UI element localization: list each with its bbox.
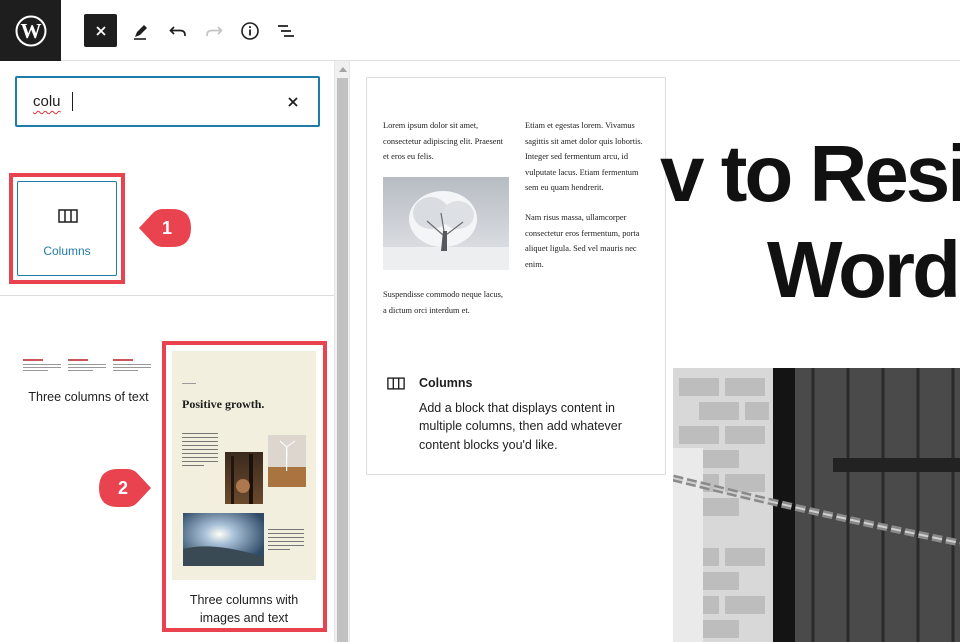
sunlight-image: [183, 513, 264, 566]
preview-col1-paragraph: Suspendisse commodo neque lacus, a dictu…: [383, 290, 504, 315]
search-value: colu: [33, 93, 61, 110]
wordpress-icon: W: [15, 15, 46, 46]
redo-icon: [205, 25, 223, 36]
svg-text:W: W: [20, 19, 41, 43]
pattern-eyebrow: [182, 383, 196, 384]
redo-button[interactable]: [197, 14, 230, 47]
pattern-label: Three columns with images and text: [189, 593, 299, 625]
editor-toolbar: W: [0, 0, 960, 61]
callout-badge-1: 1: [139, 209, 191, 247]
list-view-button[interactable]: [269, 14, 302, 47]
mini-column: [68, 359, 108, 373]
frosted-tree-image: [383, 177, 509, 270]
featured-image[interactable]: [673, 368, 960, 642]
pattern-label: Three columns of text: [28, 390, 149, 404]
editor-app: W colu Columns 1 Three columns of text 2…: [0, 0, 960, 642]
wind-turbine-image: [268, 435, 306, 487]
scroll-up-arrow-icon[interactable]: [339, 67, 347, 72]
info-icon: [240, 21, 259, 40]
block-search-input[interactable]: colu: [15, 76, 320, 127]
clear-search-button[interactable]: [282, 91, 304, 113]
mini-column: [113, 359, 153, 373]
close-icon: [288, 97, 298, 107]
pencil-icon: [133, 24, 147, 40]
block-item-label: Columns: [43, 244, 91, 258]
pattern-text-block: [268, 529, 304, 553]
preview-col2-paragraph: Etiam et egestas lorem. Vivamus sagittis…: [525, 121, 643, 192]
undo-button[interactable]: [161, 14, 194, 47]
pattern-text-block: [182, 433, 218, 469]
forest-image: [225, 452, 263, 504]
undo-icon: [168, 25, 186, 36]
pattern-three-columns-of-text[interactable]: Three columns of text: [16, 349, 161, 409]
pattern-three-columns-with-images-and-text[interactable]: Positive growth.: [172, 351, 316, 580]
block-item-columns[interactable]: Columns: [17, 181, 117, 276]
mini-column: [23, 359, 63, 373]
tools-button[interactable]: [124, 14, 157, 47]
callout-badge-2: 2: [99, 469, 151, 507]
post-title-line-2[interactable]: Word: [767, 224, 960, 316]
section-divider: [0, 295, 334, 296]
preview-col1-paragraph: Lorem ipsum dolor sit amet, consectetur …: [383, 121, 504, 161]
columns-icon: [58, 209, 78, 223]
close-inserter-button[interactable]: [84, 14, 117, 47]
columns-icon: [387, 377, 405, 390]
pattern-preview-title: Positive growth.: [182, 397, 265, 411]
post-title-line-1[interactable]: v to Resi: [660, 128, 960, 220]
close-icon: [95, 25, 106, 36]
callout-number: 2: [117, 478, 128, 498]
block-description-title: Columns: [419, 376, 473, 390]
scrollbar-thumb[interactable]: [337, 78, 348, 642]
panel-scrollbar[interactable]: [334, 61, 350, 642]
details-button[interactable]: [233, 14, 266, 47]
text-caret: [72, 92, 73, 111]
wordpress-logo[interactable]: W: [0, 0, 61, 61]
list-view-icon: [277, 24, 294, 37]
callout-number: 1: [161, 218, 172, 238]
preview-col2-paragraph: Nam risus massa, ullamcorper consectetur…: [525, 213, 640, 269]
block-inserter-panel: colu Columns 1 Three columns of text 2 P…: [0, 61, 334, 642]
block-description-text: Add a block that displays content in mul…: [419, 401, 622, 452]
block-preview-card: Lorem ipsum dolor sit amet, consectetur …: [366, 77, 666, 475]
